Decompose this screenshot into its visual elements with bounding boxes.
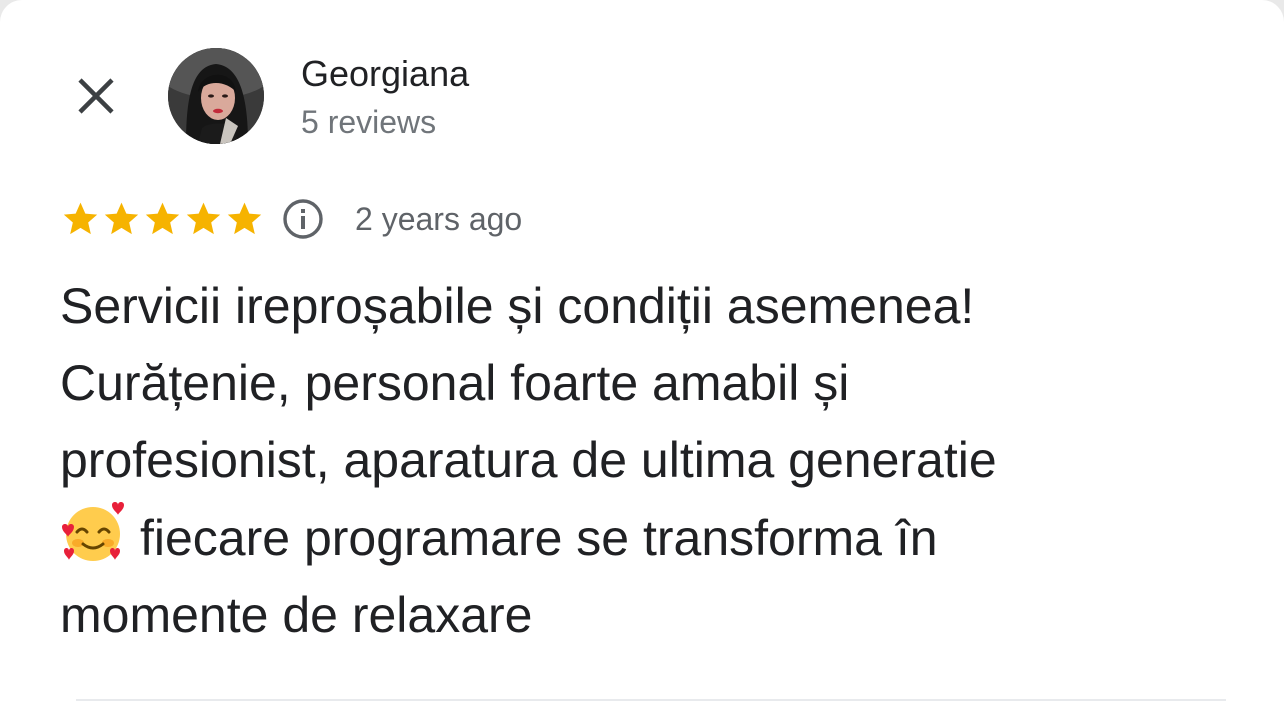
smiling-face-with-hearts-emoji [62, 502, 124, 561]
review-line-3: profesionist, aparatura de ultima genera… [60, 432, 997, 488]
star-rating [60, 199, 265, 239]
review-date: 2 years ago [355, 201, 523, 237]
star-icon [227, 202, 262, 235]
review-text: Servicii ireproșabile și condiții asemen… [60, 268, 1230, 654]
review-line-4-text: fiecare programare se transforma în [140, 510, 938, 566]
review-line-5: momente de relaxare [60, 587, 533, 643]
review-line-1: Servicii ireproșabile și condiții asemen… [60, 278, 975, 334]
star-icon [104, 202, 139, 235]
review-line-2: Curățenie, personal foarte amabil și [60, 355, 850, 411]
review-line-4: fiecare programare se transforma în [60, 499, 1230, 577]
close-icon [78, 78, 114, 114]
author-name[interactable]: Georgiana [301, 52, 469, 96]
divider [76, 699, 1226, 701]
info-circle-icon [283, 199, 323, 239]
info-button[interactable] [281, 197, 325, 241]
rating-row: 2 years ago [60, 194, 522, 244]
star-icon [145, 202, 180, 235]
review-dialog: Georgiana 5 reviews 2 years ago Servicii… [0, 0, 1284, 704]
close-button[interactable] [66, 66, 126, 126]
avatar[interactable] [168, 48, 264, 144]
star-icon [186, 202, 221, 235]
star-icon [63, 202, 98, 235]
avatar-photo [168, 48, 264, 144]
author-reviews-count[interactable]: 5 reviews [301, 101, 436, 143]
